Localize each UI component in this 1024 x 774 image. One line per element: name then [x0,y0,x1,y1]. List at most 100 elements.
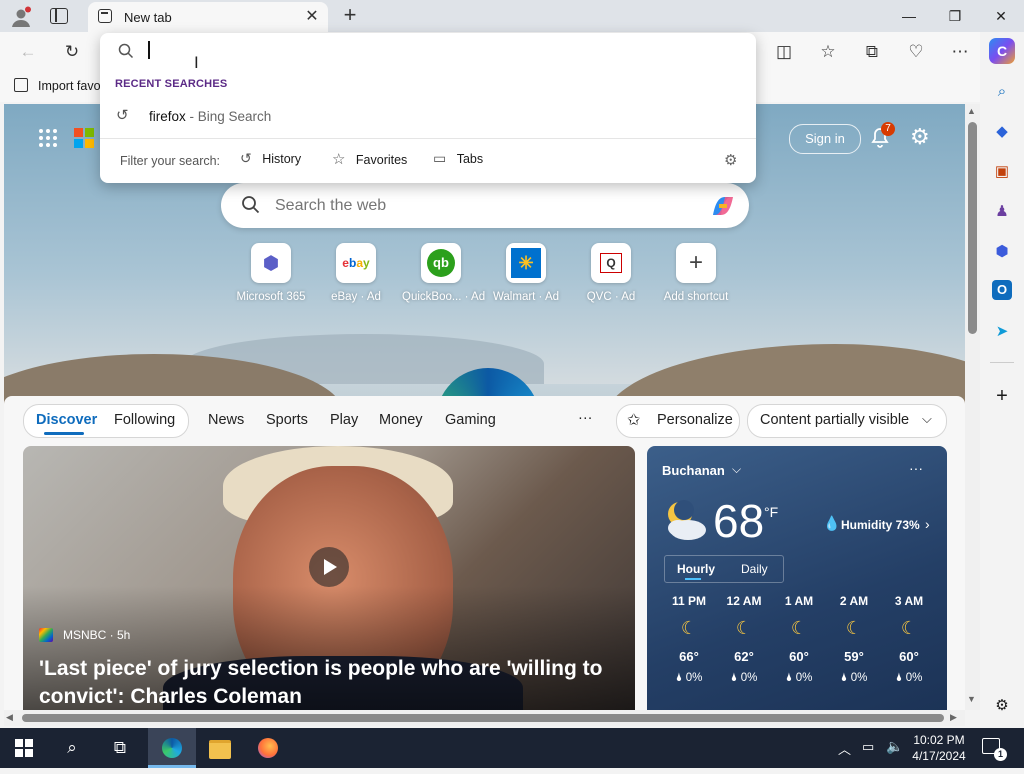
shortcut-quickbooks[interactable]: qb QuickBoo... · Ad [402,243,486,303]
shortcut-walmart[interactable]: ✳ Walmart · Ad [487,243,565,303]
microsoft-365-icon[interactable]: ⬢ [990,240,1014,264]
firefox-icon[interactable] [248,728,288,768]
web-search-box[interactable] [221,183,749,228]
history-clock-icon: ↺ [240,150,252,166]
send-icon[interactable]: ➤ [990,320,1014,344]
sign-in-button[interactable]: Sign in [789,124,861,154]
horizontal-scroll-thumb[interactable] [22,714,944,722]
quickbooks-icon: qb [421,243,461,283]
tools-icon[interactable]: ▣ [990,160,1014,184]
personalize-star-icon: ✩ [627,412,641,429]
edge-taskbar-icon[interactable] [148,728,196,768]
weather-card[interactable]: Buchanan ⌵ ··· 68 °F 💧 Humidity 73% › Ho… [647,446,947,710]
close-window-icon[interactable]: ✕ [978,0,1024,32]
dropdown-divider [100,138,756,139]
volume-muted-icon[interactable]: 🔈 [886,738,903,755]
split-screen-icon[interactable]: ◫ [770,38,798,66]
show-hidden-icons-chevron-icon[interactable]: ︿ [838,739,851,758]
outlook-icon[interactable]: O [992,280,1012,300]
more-categories-button[interactable]: ··· [578,410,593,426]
browser-essentials-icon[interactable]: ♡ [902,38,930,66]
horizontal-scrollbar[interactable]: ◀ ▶ [4,710,965,726]
shortcut-microsoft-365[interactable]: ⬢ Microsoft 365 [232,243,310,303]
hour-time: 1 AM [784,594,814,608]
humidity-value[interactable]: Humidity 73% [841,518,920,532]
shopping-tag-icon[interactable]: ◆ [990,120,1014,144]
shortcut-label: Add shortcut [663,291,729,303]
windows-taskbar: ⌕ ⧉ ︿ ▭ 🔈 10:02 PM 4/17/2024 1 [0,728,1024,768]
more-menu-icon[interactable]: ⋯ [946,38,974,66]
import-favorites-link[interactable]: Import favo [38,79,101,93]
tab-following[interactable]: Following [114,412,175,428]
news-card[interactable]: MSNBC · 5h 'Last piece' of jury selectio… [23,446,635,710]
sidebar-settings-gear-icon[interactable]: ⚙ [990,694,1014,718]
clock-date[interactable]: 4/17/2024 [908,749,970,763]
task-view-icon[interactable]: ⧉ [100,728,140,768]
copilot-icon[interactable] [709,193,737,219]
tab-daily[interactable]: Daily [741,562,768,576]
nav-news[interactable]: News [208,412,244,428]
taskbar-search-icon[interactable]: ⌕ [52,728,92,768]
file-explorer-icon[interactable] [200,728,240,768]
nav-money[interactable]: Money [379,412,423,428]
weather-location[interactable]: Buchanan [662,463,725,478]
weather-more-options-icon[interactable]: ··· [909,460,923,476]
page-settings-gear-icon[interactable]: ⚙ [910,125,934,149]
back-arrow-icon[interactable]: ← [14,38,42,66]
refresh-icon[interactable]: ↻ [58,38,86,66]
new-tab-plus-icon[interactable]: + [338,3,362,27]
nav-play[interactable]: Play [330,412,358,428]
search-settings-gear-icon[interactable]: ⚙ [724,151,737,169]
shortcut-ebay[interactable]: ebay eBay · Ad [317,243,395,303]
filter-history-button[interactable]: ↺ History [240,150,301,172]
location-chevron-down-icon[interactable]: ⌵ [732,462,741,477]
restore-icon[interactable]: ❐ [932,0,978,32]
news-headline[interactable]: 'Last piece' of jury selection is people… [39,655,619,710]
tab-discover[interactable]: Discover [36,412,97,428]
minimize-icon[interactable]: — [886,0,932,32]
address-input-caret[interactable] [148,41,150,59]
partly-cloudy-night-icon: ☾ [900,618,918,638]
shortcut-label: Walmart · Ad [492,291,560,303]
add-sidebar-app-icon[interactable]: + [990,384,1014,408]
clock-time[interactable]: 10:02 PM [912,733,966,747]
collections-icon[interactable]: ⧉ [858,38,886,66]
network-icon[interactable]: ▭ [862,739,874,755]
scroll-down-arrow-icon[interactable]: ▼ [967,694,976,704]
personalize-button[interactable]: ✩ Personalize [616,404,740,438]
vertical-scrollbar[interactable]: ▲ ▼ [965,104,980,710]
scroll-up-arrow-icon[interactable]: ▲ [967,106,976,116]
temperature-unit[interactable]: °F [764,504,778,520]
tab-actions-icon[interactable] [50,8,68,24]
vertical-scroll-thumb[interactable] [968,122,977,334]
hour-precip: 🌢 0% [662,672,716,685]
news-source: MSNBC · 5h [63,628,130,642]
games-icon[interactable]: ♟ [990,200,1014,224]
scroll-right-arrow-icon[interactable]: ▶ [950,712,957,723]
scroll-left-arrow-icon[interactable]: ◀ [6,712,13,723]
hour-precip-value: 0% [905,672,923,684]
humidity-chevron-right-icon[interactable]: › [925,516,930,532]
web-search-input[interactable] [273,193,697,219]
tab-new-tab[interactable]: New tab ✕ [88,2,328,32]
filter-favorites-button[interactable]: ☆ Favorites [332,150,407,172]
windows-start-icon[interactable] [4,728,44,768]
shortcut-qvc[interactable]: Q QVC · Ad [572,243,650,303]
tab-hourly[interactable]: Hourly [677,562,715,576]
favorites-star-icon[interactable]: ☆ [814,38,842,66]
notifications-bell-icon[interactable]: 7 [870,122,895,150]
filter-tabs-button[interactable]: ▭ Tabs [433,150,483,172]
search-icon[interactable]: ⌕ [990,80,1014,104]
play-video-icon[interactable] [309,547,349,587]
close-tab-icon[interactable]: ✕ [302,7,322,27]
shortcut-label: QuickBoo... · Ad [402,291,486,303]
app-launcher-icon[interactable] [38,128,58,148]
nav-gaming[interactable]: Gaming [445,412,496,428]
nav-sports[interactable]: Sports [266,412,308,428]
copilot-icon[interactable]: C [989,38,1015,64]
profile-avatar-icon[interactable] [10,6,32,28]
recent-search-item[interactable]: ↺ firefox - Bing Search [100,103,756,131]
add-shortcut-button[interactable]: + Add shortcut [657,243,735,303]
hour-precip: 🌢 0% [717,672,771,685]
content-visibility-dropdown[interactable]: Content partially visible ⌵ [747,404,947,438]
